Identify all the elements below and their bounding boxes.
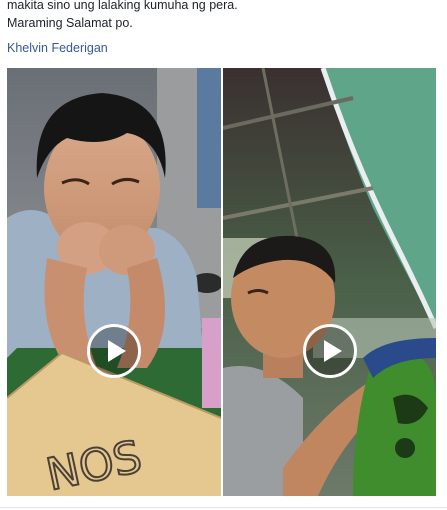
post-text: makita sino ung lalaking kumuha ng pera.… [7, 0, 437, 32]
play-icon [108, 340, 126, 362]
post-text-line: makita sino ung lalaking kumuha ng pera. [7, 0, 238, 12]
video-frame-1: NOS [7, 68, 221, 496]
author-link[interactable]: Khelvin Federigan [7, 41, 108, 55]
play-button-2[interactable] [302, 324, 357, 378]
video-thumbnail-2[interactable] [223, 68, 436, 496]
video-frame-2 [223, 68, 436, 496]
video-thumbnail-1[interactable]: NOS [7, 68, 221, 496]
play-button-1[interactable] [87, 324, 141, 378]
post-text-line: Maraming Salamat po. [7, 16, 133, 30]
divider [0, 507, 447, 508]
play-icon [323, 340, 342, 362]
